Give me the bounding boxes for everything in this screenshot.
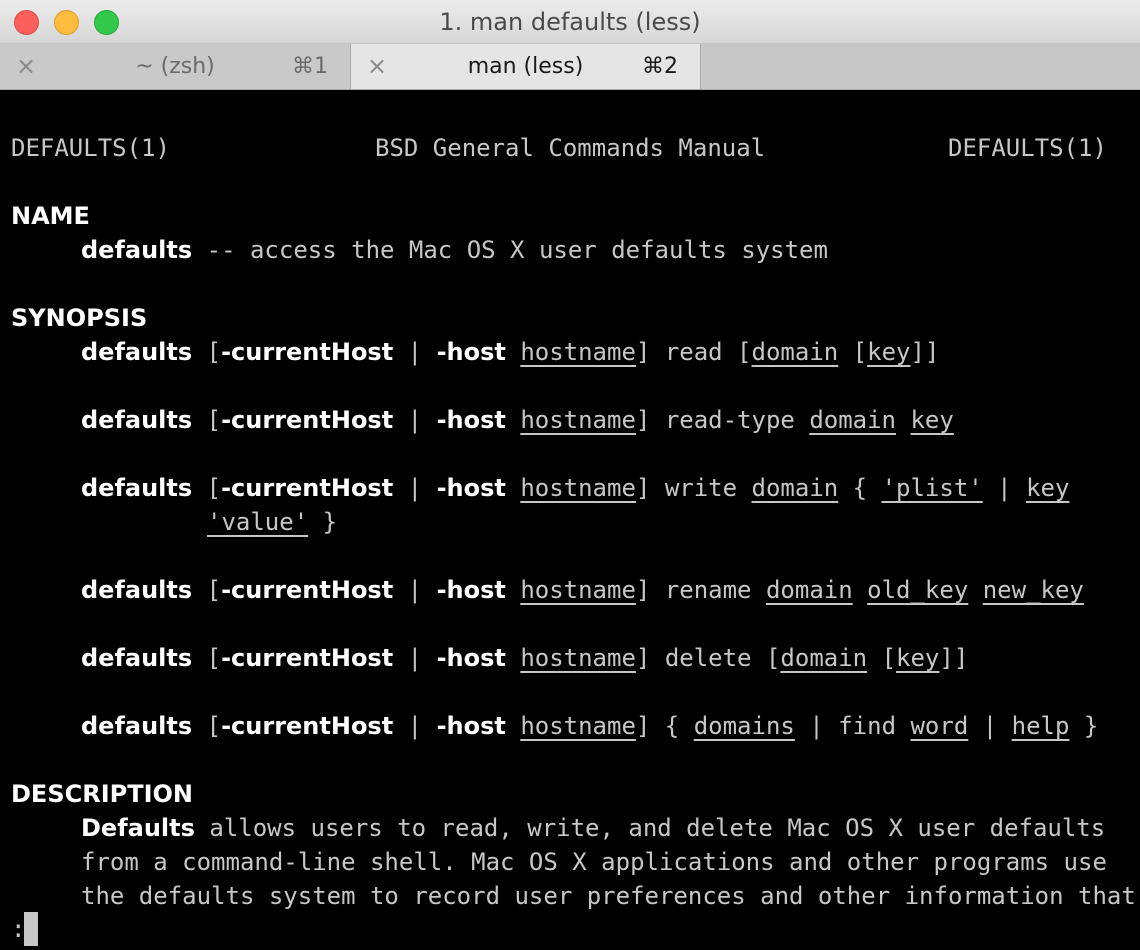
cmd-defaults: defaults [81,406,193,434]
arg-value: 'value' [207,508,309,536]
opt-current-host: -currentHost [221,712,394,740]
op-help: help [1011,712,1070,740]
arg-plist: 'plist' [881,474,983,502]
arg-word: word [910,712,969,740]
synopsis-rename: defaults [-currentHost | -host hostname]… [81,576,1084,604]
synopsis-delete: defaults [-currentHost | -host hostname]… [81,644,969,672]
text-cursor [24,912,38,946]
synopsis-read: defaults [-currentHost | -host hostname]… [81,338,940,366]
synopsis-write: defaults [-currentHost | -host hostname]… [81,474,1070,502]
op-domains: domains [693,712,795,740]
tab-bar: × ~ (zsh) ⌘1 × man (less) ⌘2 [0,44,1140,90]
title-bar[interactable]: 1. man defaults (less) [0,0,1140,44]
cmd-name: defaults [81,236,193,264]
arg-hostname: hostname [520,712,636,740]
synopsis-read-type: defaults [-currentHost | -host hostname]… [81,406,954,434]
desc-text: allows users to read, write, and delete … [194,814,1106,842]
op-write: write [664,474,738,502]
cmd-defaults: defaults [81,338,193,366]
terminal-content[interactable]: DEFAULTS(1) BSD General Commands Manual … [0,91,1140,950]
section-heading-name: NAME [11,202,90,230]
opt-current-host: -currentHost [221,576,394,604]
description-line-3: the defaults system to record user prefe… [81,882,1136,910]
opt-current-host: -currentHost [221,338,394,366]
man-header-center: BSD General Commands Manual [375,134,766,162]
terminal-window: 1. man defaults (less) × ~ (zsh) ⌘1 × ma… [0,0,1140,950]
cmd-defaults: defaults [81,644,193,672]
arg-domain: domain [751,474,839,502]
opt-current-host: -currentHost [221,406,394,434]
op-delete: delete [664,644,752,672]
opt-host: -host [436,644,506,672]
arg-domain: domain [751,338,839,366]
man-header-right: DEFAULTS(1) [948,134,1107,162]
opt-current-host: -currentHost [221,474,394,502]
arg-hostname: hostname [520,406,636,434]
arg-key: key [910,406,954,434]
man-header-left: DEFAULTS(1) [11,134,170,162]
opt-current-host: -currentHost [221,644,394,672]
synopsis-domains: defaults [-currentHost | -host hostname]… [81,712,1099,740]
tab-man-less[interactable]: × man (less) ⌘2 [351,44,701,89]
arg-domain: domain [780,644,868,672]
cmd-defaults: defaults [81,576,193,604]
section-heading-synopsis: SYNOPSIS [11,304,148,332]
description-line-1: Defaults allows users to read, write, an… [81,811,1105,845]
arg-new-key: new_key [982,576,1084,604]
opt-host: -host [436,338,506,366]
opt-host: -host [436,712,506,740]
op-read: read [664,338,723,366]
description-line-2: from a command-line shell. Mac OS X appl… [81,848,1107,876]
arg-hostname: hostname [520,644,636,672]
desc-cmd: Defaults [81,814,195,842]
arg-domain: domain [809,406,897,434]
section-heading-description: DESCRIPTION [11,780,194,808]
name-description: -- access the Mac OS X user defaults sys… [192,236,828,264]
op-read-type: read-type [664,406,795,434]
tab-shortcut: ⌘1 [292,54,328,79]
synopsis-write-cont: 'value' } [207,508,338,536]
tab-shortcut: ⌘2 [642,54,678,79]
op-find: find [838,712,897,740]
opt-host: -host [436,576,506,604]
arg-key: key [867,338,911,366]
tab-zsh[interactable]: × ~ (zsh) ⌘1 [0,44,351,89]
op-rename: rename [664,576,752,604]
arg-hostname: hostname [520,338,636,366]
cmd-defaults: defaults [81,474,193,502]
arg-old-key: old_key [867,576,969,604]
name-line: defaults -- access the Mac OS X user def… [81,233,828,267]
arg-hostname: hostname [520,576,636,604]
arg-key: key [896,644,940,672]
opt-host: -host [436,406,506,434]
arg-domain: domain [765,576,853,604]
arg-hostname: hostname [520,474,636,502]
opt-host: -host [436,474,506,502]
window-title: 1. man defaults (less) [439,8,701,36]
cmd-defaults: defaults [81,712,193,740]
arg-key: key [1026,474,1070,502]
